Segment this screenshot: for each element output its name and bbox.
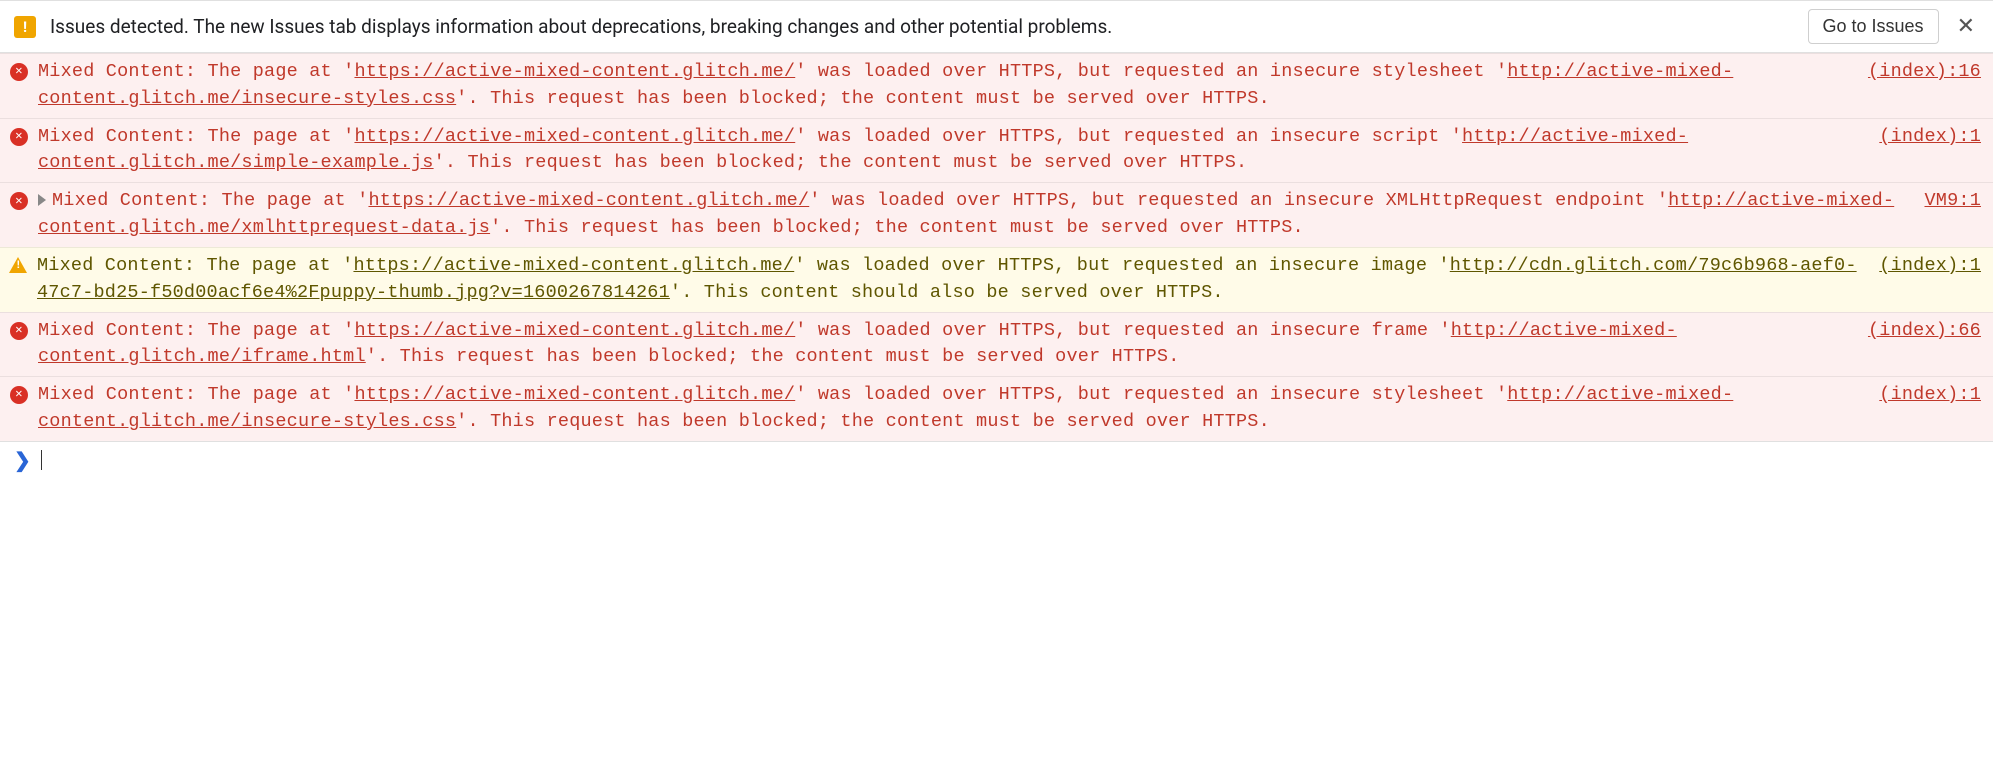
page-url-link[interactable]: https://active-mixed-content.glitch.me/ <box>354 126 795 147</box>
issues-banner: ! Issues detected. The new Issues tab di… <box>0 0 1993 53</box>
console-message-text: Mixed Content: The page at 'https://acti… <box>38 124 1879 178</box>
page-url-link[interactable]: https://active-mixed-content.glitch.me/ <box>354 384 795 405</box>
page-url-link[interactable]: https://active-mixed-content.glitch.me/ <box>368 190 809 211</box>
prompt-chevron-icon: ❯ <box>14 448 31 472</box>
error-icon: ✕ <box>10 192 28 210</box>
error-icon: ✕ <box>10 386 28 404</box>
go-to-issues-button[interactable]: Go to Issues <box>1808 9 1939 44</box>
page-url-link[interactable]: https://active-mixed-content.glitch.me/ <box>354 320 795 341</box>
error-icon: ✕ <box>10 322 28 340</box>
console-message-text: Mixed Content: The page at 'https://acti… <box>38 188 1924 242</box>
console-message-text: Mixed Content: The page at 'https://acti… <box>37 253 1879 307</box>
source-link[interactable]: VM9:1 <box>1924 188 1981 215</box>
console-message: Mixed Content: The page at 'https://acti… <box>0 247 1993 312</box>
close-issues-banner-button[interactable]: ✕ <box>1953 14 1979 39</box>
page-url-link[interactable]: https://active-mixed-content.glitch.me/ <box>354 61 795 82</box>
source-link[interactable]: (index):66 <box>1868 318 1981 345</box>
source-link[interactable]: (index):1 <box>1879 382 1981 409</box>
issues-warning-icon: ! <box>14 16 36 38</box>
source-link[interactable]: (index):16 <box>1868 59 1981 86</box>
console-message: ✕ Mixed Content: The page at 'https://act… <box>0 312 1993 377</box>
source-link[interactable]: (index):1 <box>1879 124 1981 151</box>
console-message: ✕ Mixed Content: The page at 'https://act… <box>0 182 1993 247</box>
console-input[interactable] <box>42 449 1979 470</box>
issues-banner-text: Issues detected. The new Issues tab disp… <box>50 15 1794 38</box>
error-icon: ✕ <box>10 128 28 146</box>
console-message-text: Mixed Content: The page at 'https://acti… <box>38 318 1868 372</box>
page-url-link[interactable]: https://active-mixed-content.glitch.me/ <box>353 255 794 276</box>
expand-triangle-icon[interactable] <box>38 194 46 206</box>
console-prompt-row[interactable]: ❯ <box>0 441 1993 478</box>
error-icon: ✕ <box>10 63 28 81</box>
console-message-text: Mixed Content: The page at 'https://acti… <box>38 59 1868 113</box>
console-message: ✕ Mixed Content: The page at 'https://act… <box>0 376 1993 441</box>
console-message-text: Mixed Content: The page at 'https://acti… <box>38 382 1879 436</box>
warning-icon <box>9 257 27 273</box>
console-output: ✕ Mixed Content: The page at 'https://act… <box>0 53 1993 441</box>
source-link[interactable]: (index):1 <box>1879 253 1981 280</box>
console-message: ✕ Mixed Content: The page at 'https://act… <box>0 118 1993 183</box>
console-message: ✕ Mixed Content: The page at 'https://act… <box>0 53 1993 118</box>
